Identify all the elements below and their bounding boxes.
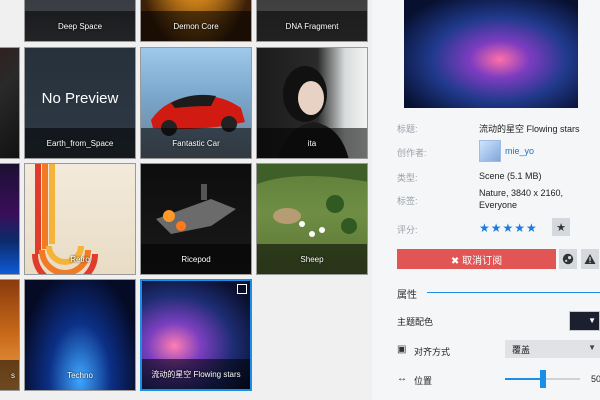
wallpaper-tile[interactable] (0, 47, 20, 159)
tile-title: 流动的星空 Flowing stars (142, 359, 250, 389)
title-value: 流动的星空 Flowing stars (479, 124, 580, 134)
section-divider (427, 292, 600, 293)
tags-value-line1: Nature, 3840 x 2160, (479, 188, 564, 198)
position-value: 50 (591, 374, 600, 384)
wallpaper-tile[interactable]: Retro (24, 163, 136, 275)
tile-title: Retro (70, 254, 90, 264)
tags-value-line2: Everyone (479, 200, 518, 210)
tags-label: 标签: (397, 196, 418, 206)
wallpaper-tile[interactable]: Sheep (256, 163, 368, 275)
tile-title: Techno (67, 370, 93, 380)
chevron-down-icon: ▼ (588, 316, 596, 325)
position-label: 位置 (414, 376, 433, 386)
tile-title: Ricepod (141, 244, 251, 274)
author-link[interactable]: mie_yo (505, 146, 534, 156)
wallpaper-tile[interactable]: No Preview Earth_from_Space (24, 47, 136, 159)
tile-title: Fantastic Car (141, 128, 251, 158)
wallpaper-tile[interactable] (0, 163, 20, 275)
wallpaper-tile[interactable]: s (0, 279, 20, 391)
tile-title: Earth_from_Space (25, 128, 135, 158)
report-button[interactable] (581, 249, 599, 269)
wallpaper-tile[interactable]: DNA Fragment (256, 0, 368, 42)
rating-stars: ★★★★★ (479, 221, 538, 235)
wallpaper-tile[interactable]: Ricepod (140, 163, 252, 275)
alignment-selected-value: 覆盖 (512, 344, 531, 355)
image-icon: ▣ (397, 344, 407, 355)
details-panel: 标题: 流动的星空 Flowing stars 创作者: mie_yo 类型: … (372, 0, 600, 400)
steam-button[interactable] (559, 249, 577, 269)
select-checkbox[interactable] (237, 284, 247, 294)
properties-section-title: 属性 (397, 290, 417, 301)
no-preview-text: No Preview (41, 90, 119, 107)
alignment-select[interactable]: 覆盖 ▼ (505, 340, 600, 358)
resize-horizontal-icon: ↔ (397, 373, 407, 384)
avatar[interactable] (479, 140, 501, 162)
rating-label: 评分: (397, 225, 418, 235)
tile-title: Deep Space (25, 11, 135, 41)
type-label: 类型: (397, 173, 418, 183)
slider-thumb[interactable] (539, 370, 546, 388)
warning-icon (584, 254, 596, 264)
tile-title: ita (257, 128, 367, 158)
wallpaper-tile[interactable]: Demon Core (140, 0, 252, 42)
wallpaper-browser: Deep Space Demon Core DNA Fragment No Pr… (0, 0, 600, 400)
wallpaper-tile-selected[interactable]: 流动的星空 Flowing stars (140, 279, 252, 391)
unsubscribe-button[interactable]: ✖ 取消订阅 (397, 249, 556, 269)
position-slider[interactable] (505, 370, 580, 388)
author-label: 创作者: (397, 148, 427, 158)
wallpaper-preview (404, 0, 578, 108)
wallpaper-tile[interactable]: Deep Space (24, 0, 136, 42)
tile-title: Sheep (257, 244, 367, 274)
theme-color-label: 主题配色 (397, 317, 434, 327)
favorite-button[interactable]: ★ (552, 218, 570, 236)
tile-title: s (0, 360, 19, 390)
title-label: 标题: (397, 124, 418, 134)
wallpaper-tile[interactable]: ita (256, 47, 368, 159)
wallpaper-grid: Deep Space Demon Core DNA Fragment No Pr… (0, 0, 372, 400)
wallpaper-tile[interactable]: Techno (24, 279, 136, 391)
theme-color-picker[interactable]: ▼ (569, 311, 600, 331)
type-value: Scene (5.1 MB) (479, 171, 542, 181)
steam-icon (562, 253, 574, 265)
star-icon: ★ (556, 221, 566, 234)
tile-title: DNA Fragment (257, 11, 367, 41)
slider-fill (505, 378, 543, 380)
chevron-down-icon: ▼ (588, 343, 596, 352)
alignment-label: 对齐方式 (414, 347, 451, 357)
tile-title: Demon Core (141, 11, 251, 41)
wallpaper-tile[interactable]: Fantastic Car (140, 47, 252, 159)
